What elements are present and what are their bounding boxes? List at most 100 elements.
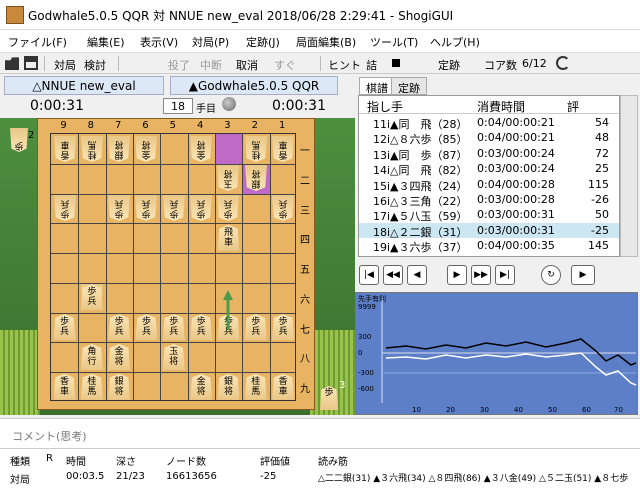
sente-piece[interactable]: 金将	[190, 373, 213, 400]
column-label: 8	[87, 120, 95, 131]
gote-piece[interactable]: 桂馬	[245, 136, 267, 162]
sente-piece[interactable]: 桂馬	[244, 373, 267, 400]
sente-piece[interactable]: 歩兵	[80, 284, 103, 311]
menu-edit[interactable]: 編集(E)	[87, 34, 125, 50]
gote-piece[interactable]: 銀将	[245, 165, 267, 191]
menu-joseki[interactable]: 定跡(J)	[246, 34, 280, 50]
gote-piece[interactable]: 歩兵	[108, 195, 130, 221]
sente-piece[interactable]: 歩兵	[162, 314, 185, 341]
next-move-button[interactable]: ▶	[447, 265, 467, 285]
board-grid[interactable]: 香車桂馬銀将金将金将桂馬香車玉将銀将歩兵歩兵歩兵歩兵歩兵歩兵歩兵飛車飛車歩兵歩兵…	[50, 133, 296, 401]
kifu-scrollbar[interactable]	[620, 95, 638, 257]
menu-help[interactable]: ヘルプ(H)	[430, 34, 480, 50]
kifu-row[interactable]: 11i▲同 飛（28） 0:04/00:00:21 54	[359, 115, 619, 131]
kifu-score: 50	[595, 208, 609, 222]
kifu-list[interactable]: 指し手 消費時間 評 11i▲同 飛（28） 0:04/00:00:21 54 12i…	[358, 95, 620, 257]
sente-piece[interactable]: 歩兵	[53, 314, 76, 341]
prev-move-button[interactable]: ◀	[407, 265, 427, 285]
menu-tools[interactable]: ツール(T)	[370, 34, 418, 50]
row-label: 六	[300, 294, 310, 306]
gote-piece[interactable]: 玉将	[217, 165, 239, 191]
grid-line	[160, 134, 162, 400]
eval-graph[interactable]: 先手有利 9999 300 0 -300 -600 10 20 30 40 50…	[355, 292, 638, 415]
kifu-row[interactable]: 16i△３三角（22） 0:03/00:00:28 -26	[359, 192, 619, 208]
sente-hand-count: 3	[339, 380, 346, 391]
tsume-button[interactable]: 詰	[366, 57, 377, 73]
tab-joseki[interactable]: 定跡	[391, 77, 427, 95]
sente-piece[interactable]: 飛車	[217, 224, 240, 251]
header-time: 消費時間	[477, 100, 526, 114]
gote-piece[interactable]: 香車	[54, 136, 76, 162]
gote-hand-piece[interactable]: 歩	[10, 128, 28, 152]
tab-kifu[interactable]: 棋譜	[359, 77, 395, 95]
back-ten-button[interactable]: ◀◀	[383, 265, 403, 285]
first-move-button[interactable]: |◀	[359, 265, 379, 285]
shogi-board[interactable]: 987654321 一二三四五六七八九 香車桂馬銀将金将金将桂馬香車玉将銀将歩兵…	[37, 118, 315, 410]
flip-board-icon[interactable]: ↻	[541, 265, 561, 285]
last-move-button[interactable]: ▶|	[495, 265, 515, 285]
gote-piece[interactable]: 銀将	[108, 136, 130, 162]
grid-line	[51, 163, 295, 165]
menu-file[interactable]: ファイル(F)	[8, 34, 67, 50]
graph-y-label: 300	[358, 333, 371, 341]
kifu-score: 123	[569, 255, 609, 256]
sente-piece[interactable]: 歩兵	[135, 314, 158, 341]
kentou-button[interactable]: 検討	[84, 57, 106, 73]
gote-piece[interactable]: 歩兵	[135, 195, 157, 221]
play-icon[interactable]: ▶	[571, 265, 595, 285]
gote-piece[interactable]: 歩兵	[217, 195, 239, 221]
gote-piece[interactable]: 桂馬	[81, 136, 103, 162]
row-label: 一	[300, 146, 310, 157]
graph-x-label: 70	[614, 406, 623, 414]
gote-piece[interactable]: 香車	[272, 136, 294, 162]
sente-piece[interactable]: 銀将	[108, 373, 131, 400]
undo-button[interactable]: 取消	[236, 57, 258, 73]
save-icon[interactable]	[24, 56, 38, 70]
sente-piece[interactable]: 歩兵	[108, 314, 131, 341]
gote-piece[interactable]: 金将	[190, 136, 212, 162]
resign-button[interactable]: 投了	[168, 57, 190, 73]
kifu-score: 54	[595, 116, 609, 129]
core-count-label: コア数	[484, 59, 517, 72]
gote-piece[interactable]: 歩兵	[163, 195, 185, 221]
sente-piece[interactable]: 角行	[80, 343, 103, 370]
kifu-row[interactable]: 15i▲３四飛（24） 0:04/00:00:28 115	[359, 177, 619, 193]
move-now-button[interactable]: すぐ	[274, 57, 296, 73]
refresh-icon[interactable]	[556, 56, 570, 70]
sente-piece[interactable]: 歩兵	[190, 314, 213, 341]
menu-view[interactable]: 表示(V)	[140, 34, 178, 50]
kifu-row[interactable]: 17i▲５八玉（59） 0:03/00:00:31 50	[359, 207, 619, 223]
sente-piece[interactable]: 玉将	[162, 343, 185, 370]
menu-position-edit[interactable]: 局面編集(B)	[296, 34, 356, 50]
stop-icon[interactable]	[392, 59, 400, 67]
taikyoku-button[interactable]: 対局	[54, 57, 76, 73]
joseki-button[interactable]: 定跡	[438, 57, 460, 73]
menu-game[interactable]: 対局(P)	[192, 34, 229, 50]
kifu-row[interactable]: 20i△ 0:04/00:00:35 123	[359, 254, 619, 256]
sente-piece[interactable]: 銀将	[217, 373, 240, 400]
grass-decoration-left	[0, 330, 40, 415]
gote-piece[interactable]: 金将	[135, 136, 157, 162]
sente-piece[interactable]: 桂馬	[80, 373, 103, 400]
sente-piece[interactable]: 香車	[53, 373, 76, 400]
kifu-row[interactable]: 12i△８六歩（85） 0:04/00:00:21 48	[359, 130, 619, 146]
sente-piece[interactable]: 歩兵	[272, 314, 295, 341]
gote-piece[interactable]: 歩兵	[272, 195, 294, 221]
hint-button[interactable]: ヒント	[328, 57, 361, 73]
forward-ten-button[interactable]: ▶▶	[471, 265, 491, 285]
sente-piece[interactable]: 香車	[272, 373, 295, 400]
kifu-score: 48	[595, 131, 609, 145]
kifu-row[interactable]: 13i▲同 歩（87） 0:03/00:00:24 72	[359, 146, 619, 162]
kifu-row[interactable]: 14i△同 飛（82） 0:03/00:00:24 25	[359, 161, 619, 177]
move-number-field[interactable]: 18	[163, 98, 193, 114]
sente-piece[interactable]: 歩兵	[244, 314, 267, 341]
gote-piece[interactable]: 歩兵	[54, 195, 76, 221]
comment-bar[interactable]: コメント(思考)	[0, 418, 640, 448]
sente-piece[interactable]: 金将	[108, 343, 131, 370]
open-folder-icon[interactable]	[5, 57, 19, 70]
kifu-row[interactable]: 19i▲３六歩（37） 0:04/00:00:35 145	[359, 238, 619, 254]
gote-piece[interactable]: 歩兵	[190, 195, 212, 221]
kifu-row[interactable]: 18i△２二銀（31） 0:03/00:00:31 -25	[359, 222, 619, 239]
sente-hand-piece[interactable]: 歩	[320, 386, 338, 410]
interrupt-button[interactable]: 中断	[200, 57, 222, 73]
